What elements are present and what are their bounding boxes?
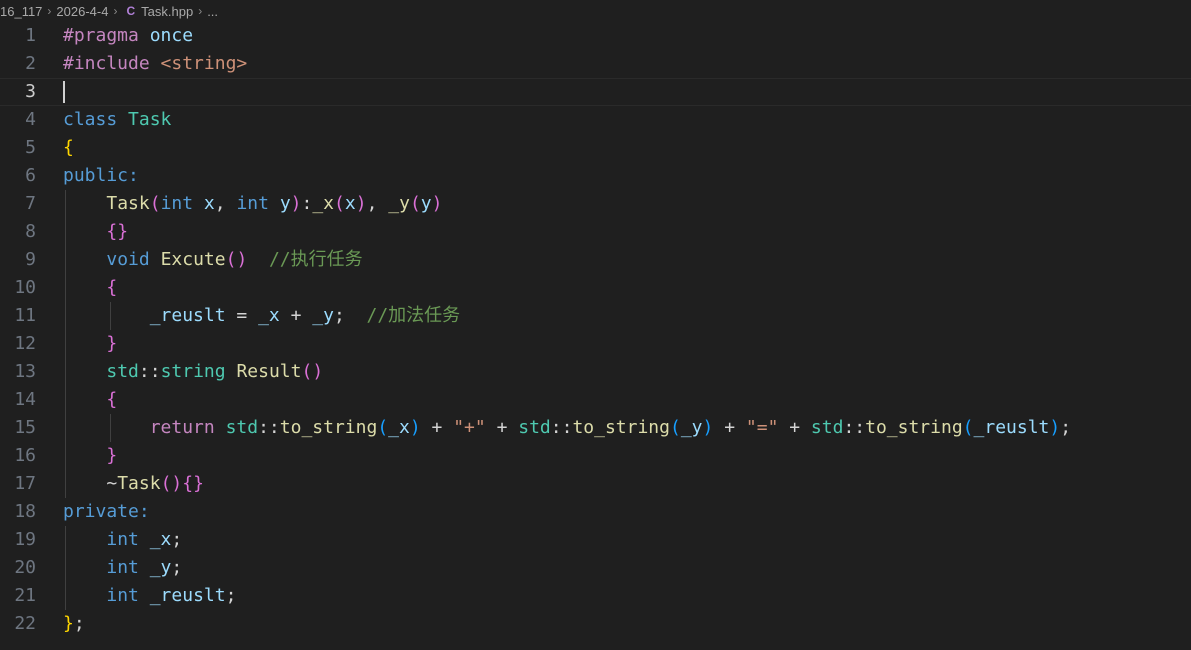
line-number: 1 bbox=[25, 25, 36, 46]
line-number: 8 bbox=[25, 221, 36, 242]
line-number: 3 bbox=[25, 81, 36, 102]
code-line[interactable]: 18 private: bbox=[0, 498, 1191, 526]
line-number: 18 bbox=[14, 501, 36, 522]
code-line[interactable]: 16 } bbox=[0, 442, 1191, 470]
breadcrumb: 16_117 › 2026-4-4 › C Task.hpp › ... bbox=[0, 0, 1191, 22]
code-line[interactable]: 4 class Task bbox=[0, 106, 1191, 134]
code-editor[interactable]: 1 #pragma once 2 #include <string> 3 4 class T… bbox=[0, 22, 1191, 650]
line-number: 14 bbox=[14, 389, 36, 410]
code-text[interactable]: void Excute() //执行任务 bbox=[63, 246, 362, 274]
code-text[interactable]: } bbox=[63, 442, 117, 470]
code-line[interactable]: 13 std::string Result() bbox=[0, 358, 1191, 386]
code-line[interactable]: 6 public: bbox=[0, 162, 1191, 190]
line-number: 17 bbox=[14, 473, 36, 494]
code-line[interactable]: 21 int _reuslt; bbox=[0, 582, 1191, 610]
code-line[interactable]: 12 } bbox=[0, 330, 1191, 358]
code-text[interactable]: } bbox=[63, 330, 117, 358]
breadcrumb-item-symbol[interactable]: ... bbox=[205, 4, 220, 19]
code-text[interactable]: private: bbox=[63, 498, 150, 526]
code-line[interactable]: 15 return std::to_string(_x) + "+" + std… bbox=[0, 414, 1191, 442]
chevron-right-icon: › bbox=[113, 4, 118, 18]
code-text[interactable]: int _x; bbox=[63, 526, 182, 554]
code-line[interactable]: 7 Task(int x, int y):_x(x), _y(y) bbox=[0, 190, 1191, 218]
code-text[interactable]: }; bbox=[63, 610, 85, 638]
line-number: 12 bbox=[14, 333, 36, 354]
chevron-right-icon: › bbox=[47, 4, 52, 18]
code-line[interactable]: 11 _reuslt = _x + _y; //加法任务 bbox=[0, 302, 1191, 330]
code-text[interactable]: std::string Result() bbox=[63, 358, 323, 386]
code-text[interactable]: Task(int x, int y):_x(x), _y(y) bbox=[63, 190, 442, 218]
code-text[interactable]: return std::to_string(_x) + "+" + std::t… bbox=[63, 414, 1071, 442]
line-number: 2 bbox=[25, 53, 36, 74]
code-line[interactable]: 5{ bbox=[0, 134, 1191, 162]
breadcrumb-item-subfolder[interactable]: 2026-4-4 bbox=[54, 4, 110, 19]
code-text[interactable]: #pragma once bbox=[63, 22, 193, 50]
code-text[interactable]: int _reuslt; bbox=[63, 582, 236, 610]
code-line[interactable]: 1 #pragma once bbox=[0, 22, 1191, 50]
line-number: 5 bbox=[25, 137, 36, 158]
chevron-right-icon: › bbox=[198, 4, 203, 18]
code-line[interactable]: 2 #include <string> bbox=[0, 50, 1191, 78]
code-line[interactable]: 9 void Excute() //执行任务 bbox=[0, 246, 1191, 274]
code-text[interactable]: int _y; bbox=[63, 554, 182, 582]
line-number: 6 bbox=[25, 165, 36, 186]
line-number: 10 bbox=[14, 277, 36, 298]
code-text[interactable]: public: bbox=[63, 162, 139, 190]
code-text[interactable]: { bbox=[63, 386, 117, 414]
code-line[interactable]: 14 { bbox=[0, 386, 1191, 414]
code-text[interactable]: {} bbox=[63, 218, 128, 246]
line-number: 4 bbox=[25, 109, 36, 130]
line-number: 15 bbox=[14, 417, 36, 438]
line-number: 9 bbox=[25, 249, 36, 270]
code-text[interactable]: { bbox=[63, 274, 117, 302]
code-line[interactable]: 8 {} bbox=[0, 218, 1191, 246]
line-number: 7 bbox=[25, 193, 36, 214]
code-text[interactable]: _reuslt = _x + _y; //加法任务 bbox=[63, 302, 460, 330]
line-number: 11 bbox=[14, 305, 36, 326]
code-line[interactable]: 10 { bbox=[0, 274, 1191, 302]
text-cursor bbox=[63, 81, 65, 103]
line-number: 16 bbox=[14, 445, 36, 466]
line-number: 13 bbox=[14, 361, 36, 382]
code-line[interactable]: 22}; bbox=[0, 610, 1191, 638]
code-line[interactable]: 17 ~Task(){} bbox=[0, 470, 1191, 498]
breadcrumb-item-file[interactable]: Task.hpp bbox=[139, 4, 195, 19]
line-number: 20 bbox=[14, 557, 36, 578]
line-number: 22 bbox=[14, 613, 36, 634]
breadcrumb-item-folder[interactable]: 16_117 bbox=[0, 4, 44, 19]
code-line[interactable]: 19 int _x; bbox=[0, 526, 1191, 554]
code-line[interactable]: 3 bbox=[0, 78, 1191, 106]
code-line[interactable]: 20 int _y; bbox=[0, 554, 1191, 582]
cpp-file-icon: C bbox=[126, 4, 136, 18]
code-text[interactable]: { bbox=[63, 134, 74, 162]
code-text[interactable]: class Task bbox=[63, 106, 171, 134]
line-number: 21 bbox=[14, 585, 36, 606]
code-text[interactable]: #include <string> bbox=[63, 50, 247, 78]
code-text[interactable]: ~Task(){} bbox=[63, 470, 204, 498]
line-number: 19 bbox=[14, 529, 36, 550]
